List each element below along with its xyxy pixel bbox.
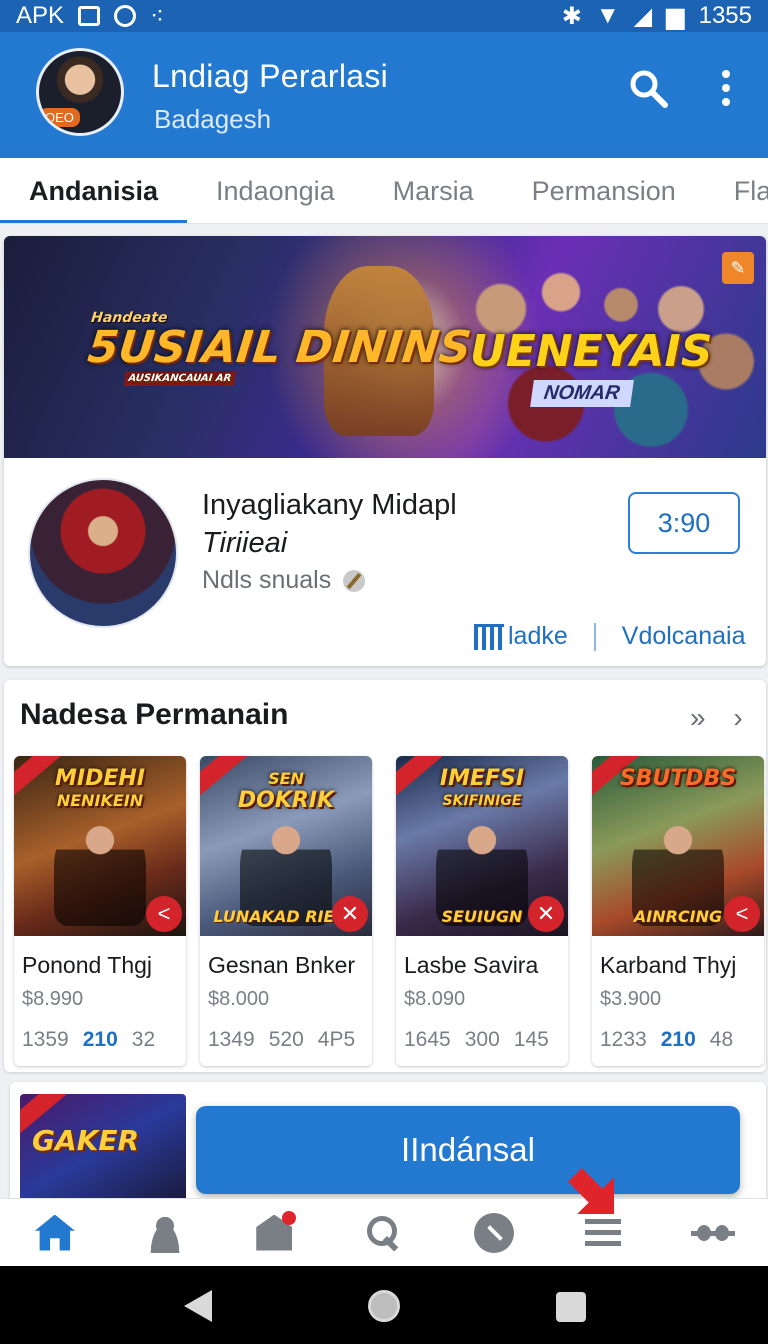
game-card-3[interactable]: IMEFSI SKIFINIGE SEUIUGN ✕ Lasbe Savira $…: [396, 756, 568, 1066]
game-card-1[interactable]: MIDEHI NENIKEIN < Ponond Thgj $8.990 1359…: [14, 756, 186, 1066]
game-name: Gesnan Bnker: [208, 952, 356, 978]
nav-home[interactable]: [27, 1205, 83, 1261]
featured-banner[interactable]: Handeate 5USIAIL DININS AUSIKANCAUAI AR …: [4, 236, 766, 458]
game-card-4[interactable]: SBUTDBS AINRCING < Karband Thyj $3.900 1…: [592, 756, 764, 1066]
home-button-icon[interactable]: [368, 1290, 400, 1322]
featured-thumbnail[interactable]: [28, 478, 178, 628]
install-button[interactable]: IIndánsal: [196, 1106, 740, 1194]
link-vdolcanaia[interactable]: Vdolcanaia: [622, 622, 746, 651]
carrier-label: APK: [16, 2, 65, 29]
system-nav-bar: [0, 1266, 768, 1344]
bottom-nav: [0, 1198, 768, 1266]
app-header: OEO Lndiag Perarlasi Badagesh: [0, 32, 768, 158]
promo-art: GAKER: [20, 1094, 186, 1202]
game-name: Lasbe Savira: [404, 952, 539, 978]
page-title: Lndiag Perarlasi: [152, 58, 389, 94]
tab-bar: Andanisia Indaongia Marsia Permansion Fl…: [0, 158, 768, 224]
search-icon: [366, 1215, 401, 1250]
featured-card[interactable]: Handeate 5USIAIL DININS AUSIKANCAUAI AR …: [4, 236, 766, 666]
more-options-icon[interactable]: [716, 68, 736, 108]
featured-title: Inyagliakany Midapl Tiriieai: [202, 489, 457, 559]
featured-meta: Ndls snuals: [202, 566, 366, 595]
avatar-badge: OEO: [39, 108, 80, 127]
nav-profile[interactable]: [137, 1205, 193, 1261]
tab-andanisia[interactable]: Andanisia: [0, 158, 188, 223]
settings-icon: [691, 1224, 736, 1241]
game-price: $8.000: [208, 988, 270, 1010]
back-icon[interactable]: [184, 1290, 212, 1322]
game-art: SBUTDBS AINRCING <: [592, 756, 764, 936]
nav-settings[interactable]: [685, 1205, 741, 1261]
tab-flar[interactable]: Flar: [705, 158, 768, 223]
tool-icon: [343, 569, 366, 592]
featured-price-button[interactable]: 3:90: [628, 492, 740, 554]
search-icon[interactable]: [628, 68, 668, 108]
section-more-icon[interactable]: » ›: [690, 702, 753, 734]
game-name: Ponond Thgj: [22, 952, 153, 978]
battery-icon: ▆: [666, 2, 685, 30]
game-stats: 1349 520 4P5: [208, 1028, 356, 1051]
game-card-2[interactable]: SEN DOKRIK LUNAKAD RIEEG ✕ Gesnan Bnker $…: [200, 756, 372, 1066]
wifi-icon: ▼: [595, 2, 620, 29]
menu-icon: [585, 1218, 622, 1247]
link-separator: [593, 622, 596, 651]
game-art: MIDEHI NENIKEIN <: [14, 756, 186, 936]
game-stats: 1359 210 32: [22, 1028, 156, 1051]
page-subtitle: Badagesh: [154, 104, 272, 134]
screen-icon: [78, 6, 101, 26]
grid-icon: [474, 623, 504, 650]
share-icon[interactable]: <: [146, 896, 182, 932]
status-bar: APK ⁖ ✱ ▼ ◢ ▆ 1355: [0, 0, 768, 32]
location-icon: [114, 5, 137, 27]
share-icon[interactable]: <: [724, 896, 760, 932]
game-art: SEN DOKRIK LUNAKAD RIEEG ✕: [200, 756, 372, 936]
game-stats: 1233 210 48: [600, 1028, 734, 1051]
banner-logo-right-sub: NOMAR: [530, 380, 634, 407]
game-name: Karband Thyj: [600, 952, 737, 978]
avatar[interactable]: OEO: [36, 48, 124, 136]
game-stats: 1645 300 145: [404, 1028, 549, 1051]
tab-indaongia[interactable]: Indaongia: [187, 158, 364, 223]
cell-signal-icon: ◢: [633, 2, 653, 30]
game-section: Nadesa Permanain » › MIDEHI NENIKEIN < Po…: [4, 680, 766, 1072]
game-price: $8.090: [404, 988, 466, 1010]
close-icon[interactable]: ✕: [332, 896, 368, 932]
close-icon[interactable]: ✕: [528, 896, 564, 932]
game-price: $3.900: [600, 988, 662, 1010]
featured-links: ladke Vdolcanaia: [474, 622, 745, 651]
nav-store[interactable]: [246, 1205, 302, 1261]
clock: 1355: [698, 2, 752, 29]
profile-icon: [144, 1212, 185, 1253]
bluetooth-icon: ✱: [561, 2, 582, 30]
link-ladke[interactable]: ladke: [508, 622, 568, 651]
game-art: IMEFSI SKIFINIGE SEUIUGN ✕: [396, 756, 568, 936]
tab-marsia[interactable]: Marsia: [364, 158, 503, 223]
nav-search[interactable]: [356, 1205, 412, 1261]
notification-dot: [282, 1210, 297, 1225]
nav-explore[interactable]: [466, 1205, 522, 1261]
banner-logo-right: UENEYAIS: [470, 326, 713, 377]
home-icon: [34, 1214, 75, 1251]
signal-small-icon: ⁖: [150, 2, 165, 30]
banner-corner-icon[interactable]: ✎: [722, 252, 754, 284]
compass-icon: [473, 1212, 514, 1253]
game-price: $8.990: [22, 988, 84, 1010]
banner-logo-left: Handeate 5USIAIL DININS AUSIKANCAUAI AR: [85, 310, 474, 386]
section-title: Nadesa Permanain: [20, 698, 289, 731]
recent-apps-icon[interactable]: [556, 1292, 586, 1322]
tab-permansion[interactable]: Permansion: [503, 158, 705, 223]
